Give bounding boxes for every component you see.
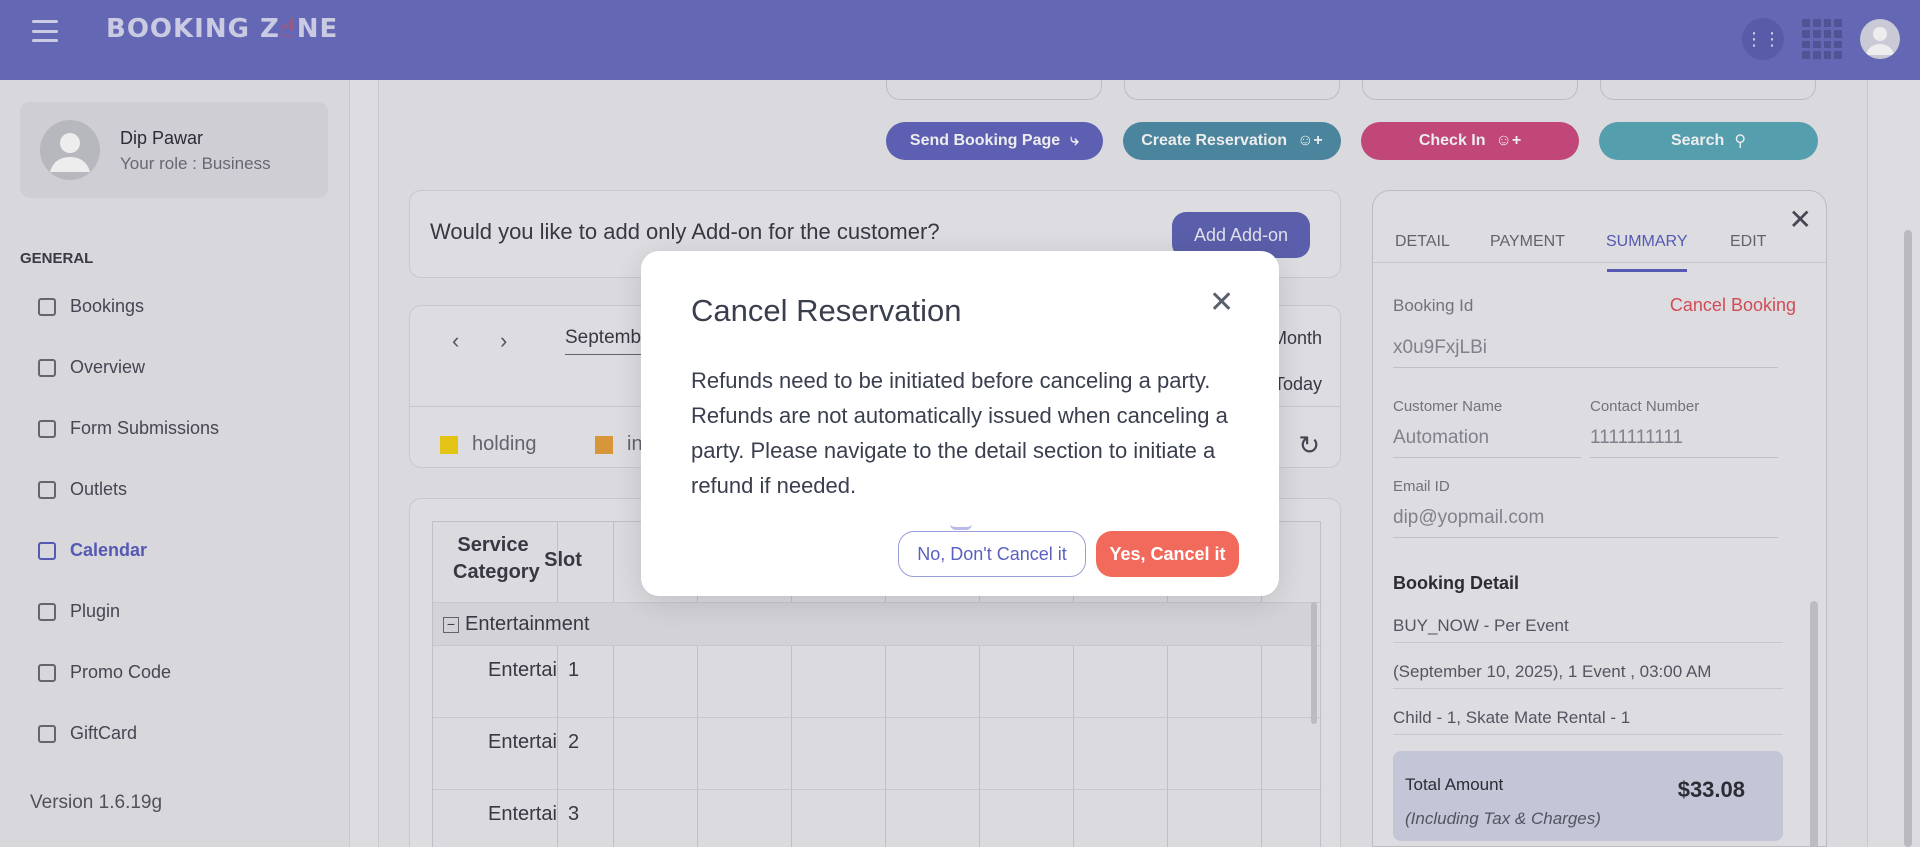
close-icon[interactable]: ✕: [1209, 288, 1234, 318]
dialog-message: Refunds need to be initiated before canc…: [691, 368, 1228, 498]
dont-cancel-button[interactable]: No, Don't Cancel it: [898, 531, 1086, 577]
dialog-title: Cancel Reservation: [691, 293, 962, 328]
loading-spinner-icon: [950, 524, 972, 530]
cancel-reservation-dialog: Cancel Reservation ✕ Refunds need to be …: [641, 251, 1279, 596]
confirm-cancel-button[interactable]: Yes, Cancel it: [1096, 531, 1239, 577]
